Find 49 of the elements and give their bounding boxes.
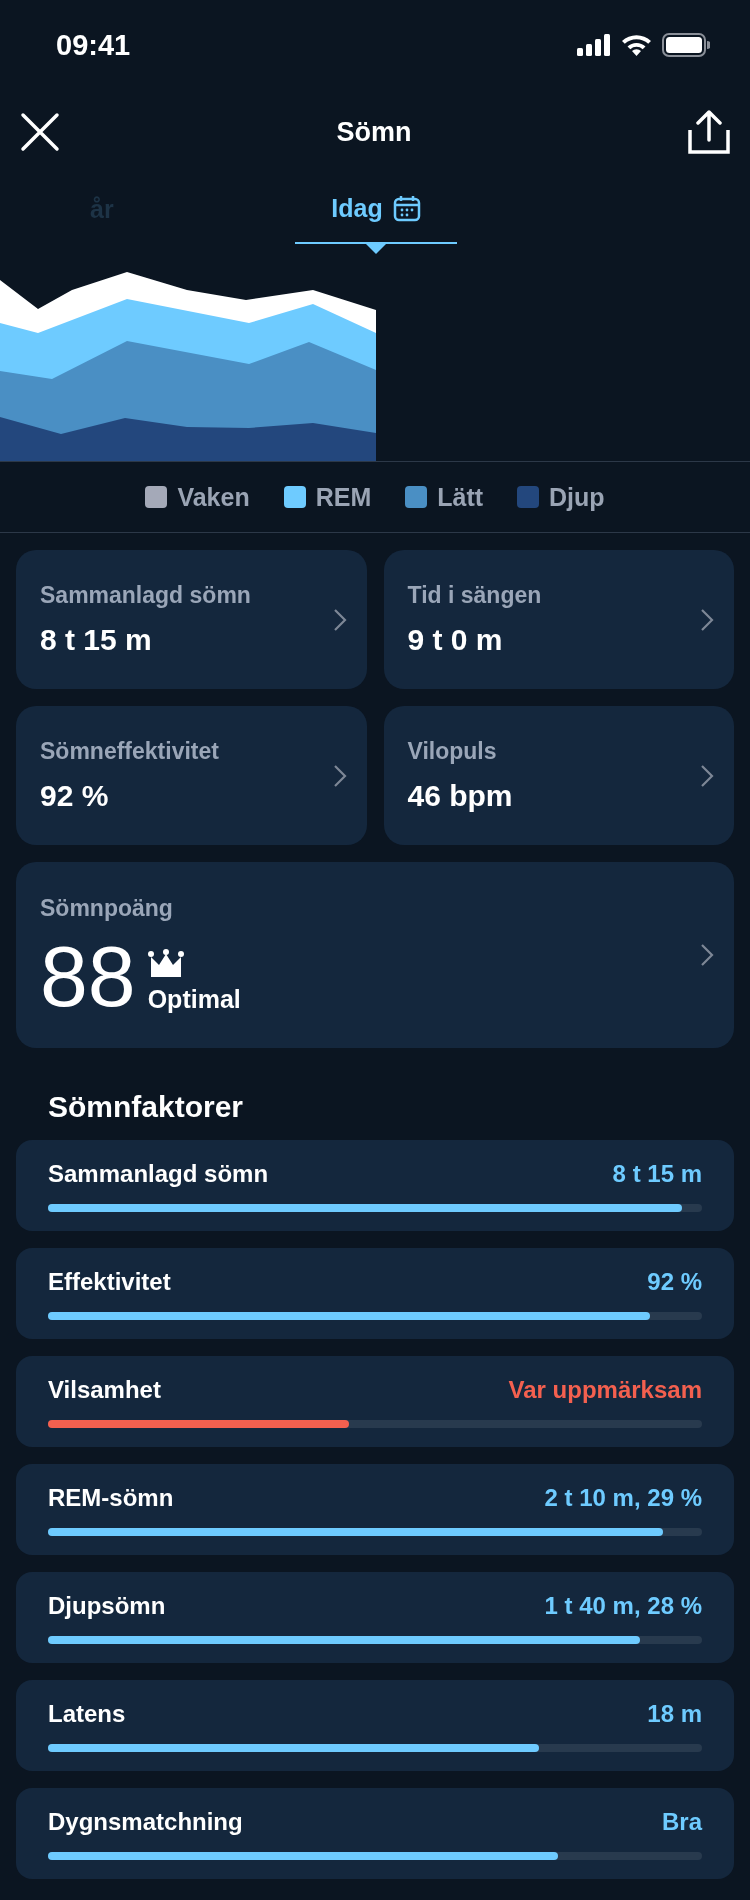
metric-card[interactable]: Tid i sängen 9 t 0 m xyxy=(383,550,734,689)
metric-card[interactable]: Vilopuls 46 bpm xyxy=(383,706,734,845)
legend-label: Lätt xyxy=(437,482,484,512)
chevron-icon xyxy=(332,763,347,788)
factor-value: Bra xyxy=(661,1807,702,1836)
section-title: Sömnfaktorer xyxy=(48,1090,245,1124)
metric-value: 46 bpm xyxy=(407,779,513,813)
legend-label: REM xyxy=(315,482,372,512)
metric-label: Sömneffektivitet xyxy=(40,738,219,765)
metric-value: 8 t 15 m xyxy=(40,623,153,657)
factor-label: Vilsamhet xyxy=(48,1375,161,1404)
legend-label: Djup xyxy=(549,482,605,512)
status-time: 09:41 xyxy=(56,28,131,62)
metric-card[interactable]: Sammanlagd sömn 8 t 15 m xyxy=(16,550,367,689)
factor-label: Dygnsmatchning xyxy=(48,1807,243,1836)
metric-label: Tid i sängen xyxy=(407,582,542,609)
metric-label: Vilopuls xyxy=(407,738,498,765)
factor-value: 1 t 40 m, 28 % xyxy=(544,1591,702,1620)
score-value: 88 xyxy=(40,935,136,1016)
chevron-icon xyxy=(700,943,714,967)
factor-label: Effektivitet xyxy=(48,1267,171,1296)
factor-value: Var uppmärksam xyxy=(508,1375,702,1404)
chevron-icon xyxy=(700,607,714,632)
signal-icon xyxy=(577,34,611,56)
crown-icon xyxy=(147,948,184,977)
legend-label: Vaken xyxy=(177,482,250,512)
factor-label: Djupsömn xyxy=(48,1591,166,1620)
factor-value: 2 t 10 m, 29 % xyxy=(544,1483,702,1512)
score-card[interactable]: Sömnpoäng 88 Optimal xyxy=(16,862,734,1048)
battery-icon xyxy=(662,33,710,57)
metric-value: 9 t 0 m xyxy=(407,623,504,657)
factor-label: Sammanlagd sömn xyxy=(48,1159,269,1188)
score-label: Sömnpoäng xyxy=(40,894,174,922)
wifi-icon xyxy=(621,34,652,56)
factor-label: Latens xyxy=(48,1699,126,1728)
factor-value: 92 % xyxy=(647,1267,702,1296)
calendar-icon xyxy=(392,194,421,222)
chevron-icon xyxy=(700,763,714,788)
metric-label: Sammanlagd sömn xyxy=(40,582,251,609)
factor-value: 18 m xyxy=(647,1699,702,1728)
metric-value: 92 % xyxy=(40,779,110,813)
factor-value: 8 t 15 m xyxy=(612,1159,702,1188)
share-button[interactable] xyxy=(688,110,730,154)
close-button[interactable] xyxy=(20,112,60,152)
score-rating: Optimal xyxy=(147,984,241,1014)
metric-card[interactable]: Sömneffektivitet 92 % xyxy=(16,706,367,845)
screen-title: Sömn xyxy=(336,116,412,148)
chevron-icon xyxy=(332,607,347,632)
factor-label: REM-sömn xyxy=(48,1483,174,1512)
